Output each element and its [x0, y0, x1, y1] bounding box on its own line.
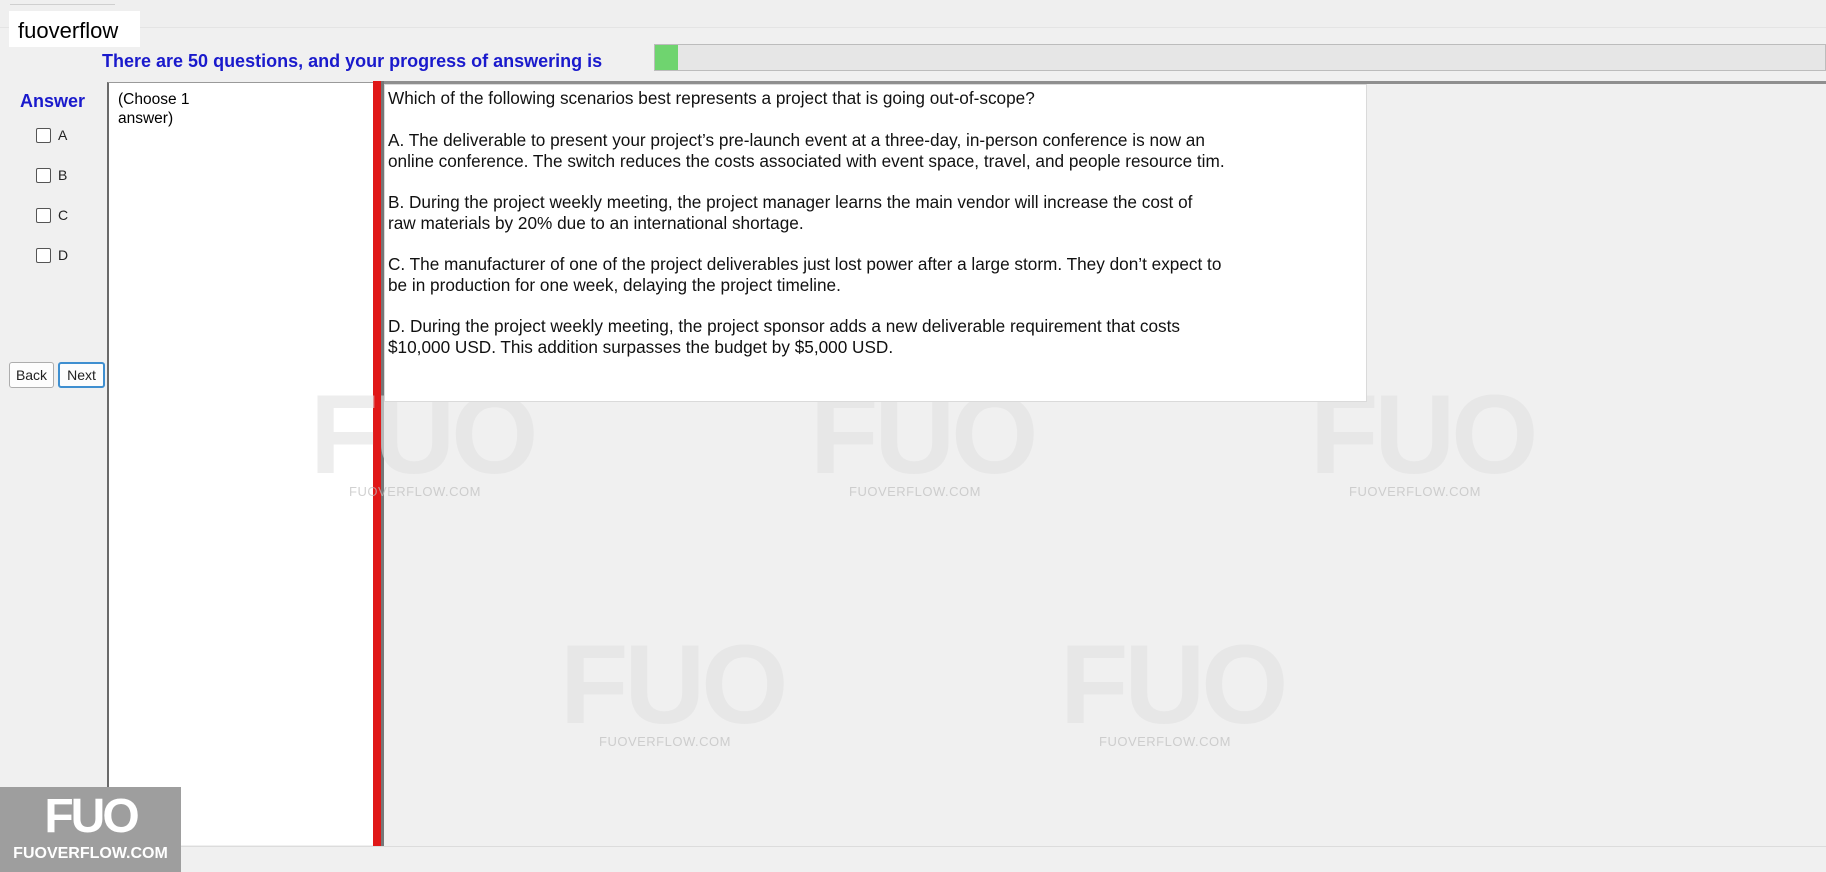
window-title-remnant	[10, 4, 115, 10]
choice-c-text: C. The manufacturer of one of the projec…	[388, 254, 1222, 295]
logo-text: FUOVERFLOW.COM	[13, 845, 168, 862]
choice-b-text: B. During the project weekly meeting, th…	[388, 192, 1193, 233]
checkbox-d[interactable]	[36, 247, 51, 263]
status-strip	[0, 846, 1826, 872]
option-d[interactable]: D	[36, 245, 68, 265]
site-name-label: fuoverflow	[9, 11, 140, 47]
watermark-text: FUOVERFLOW.COM	[1099, 734, 1231, 749]
question-panel: Which of the following scenarios best re…	[384, 84, 1367, 402]
watermark-text: FUOVERFLOW.COM	[1349, 484, 1481, 499]
watermark-mark: FUO	[1060, 622, 1288, 747]
option-c-label: C	[58, 207, 69, 223]
watermark-5: FUO FUOVERFLOW.COM	[1060, 622, 1288, 750]
watermark-text: FUOVERFLOW.COM	[599, 734, 731, 749]
checkbox-a[interactable]	[36, 127, 51, 143]
option-a[interactable]: A	[36, 125, 67, 145]
site-logo: FUO FUOVERFLOW.COM	[0, 787, 181, 872]
watermark-4: FUO FUOVERFLOW.COM	[560, 622, 788, 750]
watermark-text: FUOVERFLOW.COM	[849, 484, 981, 499]
logo-mark: FUO	[44, 790, 139, 843]
checkbox-c[interactable]	[36, 207, 51, 223]
back-button[interactable]: Back	[9, 362, 54, 388]
option-d-label: D	[58, 247, 69, 263]
next-button[interactable]: Next	[58, 362, 105, 388]
instruction-text: (Choose 1 answer)	[118, 91, 190, 127]
progress-bar	[654, 44, 1826, 71]
splitter-red-bar[interactable]	[373, 81, 381, 846]
instruction-panel: (Choose 1 answer)	[107, 82, 375, 845]
checkbox-b[interactable]	[36, 167, 51, 183]
option-a-label: A	[58, 127, 68, 143]
option-b[interactable]: B	[36, 165, 67, 185]
question-text: Which of the following scenarios best re…	[388, 88, 1035, 108]
progress-bar-fill	[655, 45, 679, 70]
option-b-label: B	[58, 167, 68, 183]
progress-text: There are 50 questions, and your progres…	[102, 51, 603, 71]
answer-title: Answer	[20, 91, 86, 111]
watermark-mark: FUO	[560, 622, 788, 747]
choice-a-text: A. The deliverable to present your proje…	[388, 130, 1225, 171]
option-c[interactable]: C	[36, 205, 68, 225]
window-top-strip	[0, 0, 1826, 28]
choice-d-text: D. During the project weekly meeting, th…	[388, 316, 1180, 357]
